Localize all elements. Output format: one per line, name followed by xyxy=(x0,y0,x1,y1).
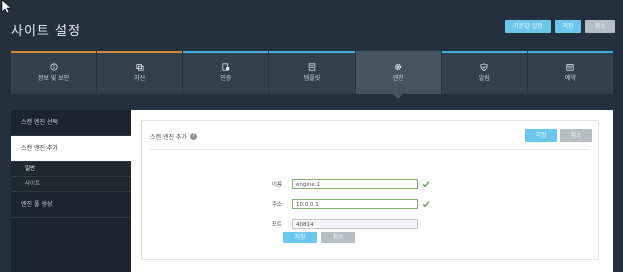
template-icon xyxy=(308,63,316,71)
panel-cancel-button[interactable]: 취소 xyxy=(560,129,592,142)
tab-info-security[interactable]: 정보 및 보안 xyxy=(11,51,98,94)
tab-label: 엔진 xyxy=(392,75,404,82)
settings-tabbar: 정보 및 보안 자산 인증 템플릿 엔진 알림 예약 xyxy=(11,51,613,99)
tab-alerts[interactable]: 알림 xyxy=(442,51,528,94)
address-label: 주소 xyxy=(271,202,282,208)
sidebar-item-create-pool[interactable]: 엔진 풀 생성 xyxy=(11,192,131,218)
tab-label: 예약 xyxy=(564,75,576,82)
tab-label: 인증 xyxy=(220,75,232,82)
panel-title: 스캔 엔진 추가 ? xyxy=(150,132,197,141)
tab-template[interactable]: 템플릿 xyxy=(269,51,356,94)
auth-icon xyxy=(222,63,230,71)
set-default-button[interactable]: 기본값 설정 xyxy=(505,20,551,33)
shield-icon xyxy=(480,63,488,71)
address-field[interactable]: 10.0.0.1 xyxy=(292,199,418,209)
tab-label: 자산 xyxy=(134,75,146,82)
sidebar-subitem-general[interactable]: 일반 xyxy=(11,162,131,177)
port-field[interactable]: 40814 xyxy=(292,219,418,229)
mouse-cursor-icon xyxy=(1,0,11,14)
info-icon xyxy=(49,63,58,71)
panel-actions: 저장 취소 xyxy=(525,129,592,142)
check-icon xyxy=(422,181,430,188)
port-row: 포트 40814 xyxy=(252,219,418,229)
calendar-icon xyxy=(566,64,575,71)
top-actions: 기본값 설정 저장 취소 xyxy=(505,20,615,33)
port-label: 포트 xyxy=(271,222,282,228)
gear-icon xyxy=(395,63,402,71)
name-label: 이름 xyxy=(271,182,282,188)
sidebar-item-select-engine[interactable]: 스캔 엔진 선택 xyxy=(11,110,131,136)
name-row: 이름 engine 1 xyxy=(252,179,430,189)
name-field[interactable]: engine 1 xyxy=(292,179,418,189)
help-icon[interactable]: ? xyxy=(189,133,197,140)
tab-label: 알림 xyxy=(478,75,490,82)
tab-schedule[interactable]: 예약 xyxy=(528,51,613,94)
check-icon xyxy=(422,201,430,208)
tab-engine[interactable]: 엔진 xyxy=(355,51,442,99)
panel-save-button[interactable]: 저장 xyxy=(525,129,557,142)
cancel-button[interactable]: 취소 xyxy=(585,20,615,33)
form-buttons: 저장 취소 xyxy=(283,232,355,243)
divider xyxy=(150,149,590,150)
tab-auth[interactable]: 인증 xyxy=(183,51,270,94)
form-save-button[interactable]: 저장 xyxy=(283,232,317,243)
sidebar: 스캔 엔진 선택 스캔 엔진 추가 일반 사이트 엔진 풀 생성 xyxy=(11,110,131,272)
save-button[interactable]: 저장 xyxy=(555,20,581,33)
main-content: 스캔 엔진 추가 ? 저장 취소 이름 engine 1 주소 10.0.0.1… xyxy=(131,110,613,272)
sidebar-subitem-site[interactable]: 사이트 xyxy=(11,177,131,192)
tab-label: 정보 및 보안 xyxy=(37,75,70,82)
address-row: 주소 10.0.0.1 xyxy=(252,199,430,209)
tab-assets[interactable]: 자산 xyxy=(97,51,184,94)
form-cancel-button[interactable]: 취소 xyxy=(321,232,355,243)
asset-icon xyxy=(136,64,144,71)
add-engine-panel: 스캔 엔진 추가 ? 저장 취소 이름 engine 1 주소 10.0.0.1… xyxy=(141,120,599,260)
sidebar-item-add-engine[interactable]: 스캔 엔진 추가 xyxy=(11,136,131,162)
panel-title-text: 스캔 엔진 추가 xyxy=(150,134,187,141)
page-title: 사이트 설정 xyxy=(11,24,81,39)
tab-label: 템플릿 xyxy=(303,75,321,82)
